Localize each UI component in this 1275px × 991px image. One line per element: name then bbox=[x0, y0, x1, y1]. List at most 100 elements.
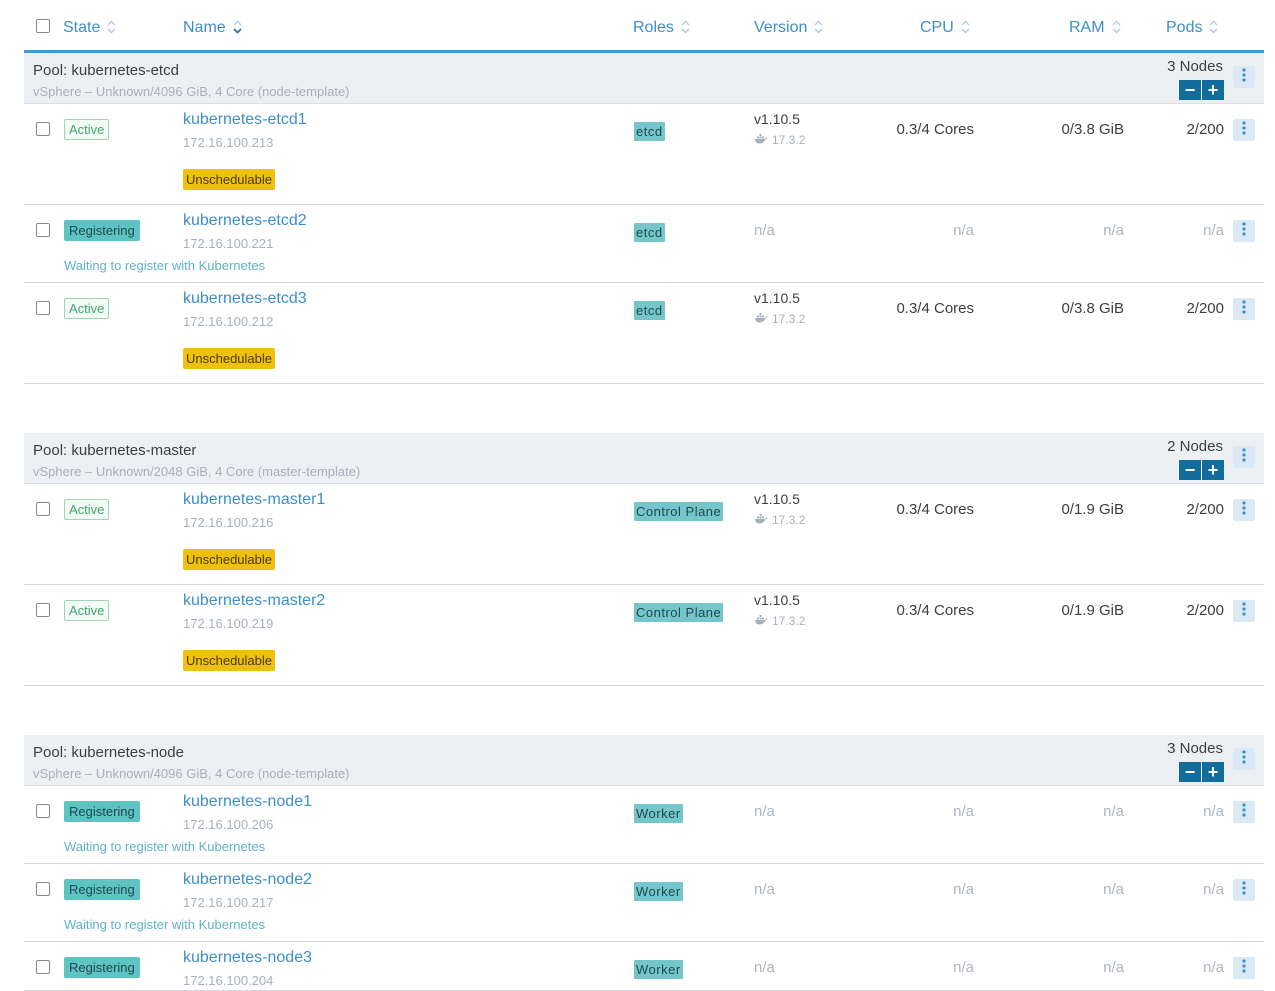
node-state-badge: Registering bbox=[64, 801, 140, 822]
node-select-checkbox[interactable] bbox=[36, 502, 50, 516]
node-name-link[interactable]: kubernetes-etcd3 bbox=[183, 290, 307, 308]
node-select-checkbox[interactable] bbox=[36, 804, 50, 818]
pool-actions-button[interactable] bbox=[1233, 66, 1255, 88]
node-actions-button[interactable] bbox=[1233, 499, 1255, 521]
nodes-table: State Name Roles Version CPU RAM Pods Po… bbox=[24, 0, 1264, 991]
node-select-checkbox[interactable] bbox=[36, 223, 50, 237]
node-pods: 2/200 bbox=[1186, 300, 1224, 317]
node-version: n/a bbox=[754, 222, 775, 239]
pool-group: Pool: kubernetes-node vSphere – Unknown/4… bbox=[24, 735, 1264, 991]
pool-spacer bbox=[24, 384, 1264, 433]
scale-up-button[interactable]: + bbox=[1202, 762, 1224, 782]
node-select-checkbox[interactable] bbox=[36, 603, 50, 617]
sort-icon bbox=[1112, 20, 1121, 39]
docker-version-text: 17.3.2 bbox=[772, 312, 806, 326]
node-ip: 172.16.100.213 bbox=[183, 135, 274, 150]
node-version: n/a bbox=[754, 959, 775, 976]
scale-down-button[interactable]: − bbox=[1179, 80, 1201, 100]
node-ip: 172.16.100.204 bbox=[183, 973, 274, 988]
node-role-badge: etcd bbox=[634, 223, 665, 242]
node-actions-button[interactable] bbox=[1233, 119, 1255, 141]
node-role-badge: Worker bbox=[634, 960, 683, 979]
node-select-checkbox[interactable] bbox=[36, 301, 50, 315]
docker-version-text: 17.3.2 bbox=[772, 513, 806, 527]
node-row: Registering Waiting to register with Kube… bbox=[24, 786, 1264, 864]
docker-whale-icon bbox=[754, 133, 768, 147]
plus-icon: + bbox=[1207, 80, 1219, 100]
node-state-badge: Registering bbox=[64, 957, 140, 978]
node-select-checkbox[interactable] bbox=[36, 960, 50, 974]
node-name-link[interactable]: kubernetes-etcd1 bbox=[183, 111, 307, 129]
column-header-cpu[interactable]: CPU bbox=[920, 19, 970, 39]
node-actions-button[interactable] bbox=[1233, 600, 1255, 622]
docker-version: 17.3.2 bbox=[754, 513, 805, 527]
node-select-checkbox[interactable] bbox=[36, 122, 50, 136]
node-row: Active kubernetes-master2 172.16.100.219 Un… bbox=[24, 585, 1264, 686]
node-ram: n/a bbox=[1103, 222, 1124, 239]
node-name-link[interactable]: kubernetes-master2 bbox=[183, 592, 325, 610]
node-cpu: 0.3/4 Cores bbox=[896, 501, 974, 518]
node-name-link[interactable]: kubernetes-master1 bbox=[183, 491, 325, 509]
pool-actions-button[interactable] bbox=[1233, 446, 1255, 468]
column-header-roles[interactable]: Roles bbox=[633, 19, 690, 39]
column-header-state[interactable]: State bbox=[63, 19, 116, 39]
node-role-badge: Control Plane bbox=[634, 603, 724, 622]
node-name-link[interactable]: kubernetes-node2 bbox=[183, 871, 312, 889]
node-state-badge: Active bbox=[64, 499, 110, 520]
node-cpu: n/a bbox=[953, 959, 974, 976]
node-role-badge: Worker bbox=[634, 804, 683, 823]
sort-icon bbox=[681, 20, 690, 39]
pool-scale-controls: − + bbox=[1179, 80, 1224, 100]
node-pods: n/a bbox=[1203, 803, 1224, 820]
minus-icon: − bbox=[1184, 460, 1196, 480]
node-pods: n/a bbox=[1203, 881, 1224, 898]
node-status-message: Waiting to register with Kubernetes bbox=[64, 917, 266, 932]
node-state-badge: Registering bbox=[64, 879, 140, 900]
column-header-pods[interactable]: Pods bbox=[1166, 19, 1218, 39]
node-cpu: 0.3/4 Cores bbox=[896, 300, 974, 317]
node-select-checkbox[interactable] bbox=[36, 882, 50, 896]
pool-actions-button[interactable] bbox=[1233, 748, 1255, 770]
node-name-link[interactable]: kubernetes-node3 bbox=[183, 949, 312, 967]
minus-icon: − bbox=[1184, 80, 1196, 100]
node-ip: 172.16.100.221 bbox=[183, 236, 274, 251]
node-cpu: 0.3/4 Cores bbox=[896, 121, 974, 138]
node-actions-button[interactable] bbox=[1233, 220, 1255, 242]
column-header-ram[interactable]: RAM bbox=[1069, 19, 1121, 39]
node-row: Registering kubernetes-node3 172.16.100.20… bbox=[24, 942, 1264, 991]
scale-up-button[interactable]: + bbox=[1202, 460, 1224, 480]
node-actions-button[interactable] bbox=[1233, 801, 1255, 823]
node-ram: n/a bbox=[1103, 881, 1124, 898]
node-actions-button[interactable] bbox=[1233, 298, 1255, 320]
column-header-version[interactable]: Version bbox=[754, 19, 823, 39]
scale-down-button[interactable]: − bbox=[1179, 460, 1201, 480]
pool-node-count: 2 Nodes bbox=[1167, 438, 1223, 455]
kebab-menu-icon bbox=[1242, 880, 1246, 900]
select-all-checkbox[interactable] bbox=[36, 19, 50, 33]
node-version: v1.10.5 bbox=[754, 111, 800, 127]
scale-up-button[interactable]: + bbox=[1202, 80, 1224, 100]
node-pods: 2/200 bbox=[1186, 121, 1224, 138]
node-actions-button[interactable] bbox=[1233, 957, 1255, 979]
node-ip: 172.16.100.206 bbox=[183, 817, 274, 832]
pool-subtitle: vSphere – Unknown/2048 GiB, 4 Core (mast… bbox=[33, 464, 361, 479]
scale-down-button[interactable]: − bbox=[1179, 762, 1201, 782]
node-role-badge: etcd bbox=[634, 122, 665, 141]
unschedulable-badge: Unschedulable bbox=[183, 169, 276, 190]
node-pods: n/a bbox=[1203, 222, 1224, 239]
pool-header: Pool: kubernetes-master vSphere – Unknown… bbox=[24, 433, 1264, 484]
node-cpu: n/a bbox=[953, 881, 974, 898]
node-cpu: n/a bbox=[953, 222, 974, 239]
node-actions-button[interactable] bbox=[1233, 879, 1255, 901]
docker-version-text: 17.3.2 bbox=[772, 614, 806, 628]
node-name-link[interactable]: kubernetes-node1 bbox=[183, 793, 312, 811]
kebab-menu-icon bbox=[1242, 299, 1246, 319]
node-name-link[interactable]: kubernetes-etcd2 bbox=[183, 212, 307, 230]
node-pods: 2/200 bbox=[1186, 501, 1224, 518]
sort-icon bbox=[1209, 20, 1218, 39]
node-pods: 2/200 bbox=[1186, 602, 1224, 619]
pool-title: Pool: kubernetes-master bbox=[33, 442, 197, 459]
docker-version: 17.3.2 bbox=[754, 312, 805, 326]
column-header-name[interactable]: Name bbox=[183, 19, 242, 39]
pool-subtitle: vSphere – Unknown/4096 GiB, 4 Core (node… bbox=[33, 84, 350, 99]
